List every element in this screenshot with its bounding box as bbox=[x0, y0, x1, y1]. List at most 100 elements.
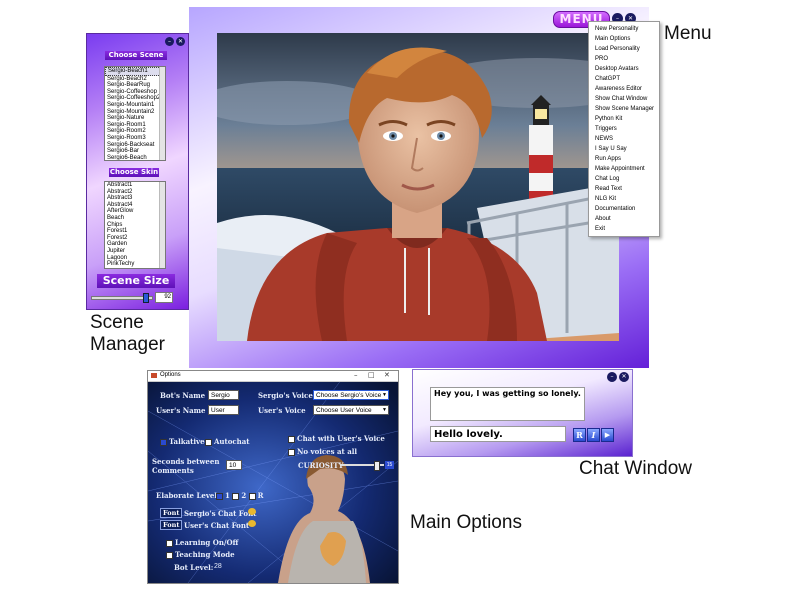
menu-item[interactable]: Python Kit bbox=[595, 116, 622, 122]
users-name-input[interactable]: User bbox=[208, 405, 239, 415]
skin-list-item[interactable]: Abstract2 bbox=[105, 189, 165, 196]
skin-list-item[interactable]: Forest2 bbox=[105, 235, 165, 242]
skin-list-item[interactable]: Jupiter bbox=[105, 248, 165, 255]
i-button[interactable]: I bbox=[587, 428, 600, 442]
skin-list-item[interactable]: Abstract4 bbox=[105, 202, 165, 209]
menu-item[interactable]: Exit bbox=[595, 226, 605, 232]
scene-list-item[interactable]: Sergio-Mountain1 bbox=[105, 102, 165, 109]
menu-item[interactable]: Chat Log bbox=[595, 176, 619, 182]
menu-item[interactable]: PRO bbox=[595, 56, 608, 62]
skin-list-item[interactable]: Chips bbox=[105, 222, 165, 229]
curiosity-thumb[interactable] bbox=[374, 461, 380, 471]
menu-item[interactable]: Run Apps bbox=[595, 156, 621, 162]
scene-list-item[interactable]: Sergio-Room2 bbox=[105, 128, 165, 135]
scene-list[interactable]: Sergio-Beach1 Sergio-Beach2 Sergio-BearRug… bbox=[104, 66, 166, 161]
skin-list-item[interactable]: Abstract3 bbox=[105, 195, 165, 202]
window-minimize-icon[interactable]: – bbox=[354, 371, 358, 379]
talkative-checkbox[interactable]: Talkative bbox=[160, 437, 205, 446]
teaching-check-box[interactable] bbox=[166, 551, 173, 559]
menu-item[interactable]: Make Appointment bbox=[595, 166, 645, 172]
skin-list-item[interactable]: Garden bbox=[105, 241, 165, 248]
scene-list-item[interactable]: Sergio-Beach1 bbox=[105, 67, 165, 76]
menu-item[interactable]: Awareness Editor bbox=[595, 86, 642, 92]
options-titlebar[interactable]: Options – □ ✕ bbox=[148, 371, 398, 382]
scene-list-item[interactable]: Sergio-Coffeeshop bbox=[105, 89, 165, 96]
autochat-checkbox[interactable]: Autochat bbox=[205, 437, 250, 446]
skin-list-item[interactable]: Abstract1 bbox=[105, 182, 165, 189]
skin-list-scrollbar[interactable] bbox=[159, 182, 165, 268]
menu-item[interactable]: Triggers bbox=[595, 126, 617, 132]
send-button[interactable]: ▶ bbox=[601, 428, 614, 442]
caption-scene-manager: Scene Manager bbox=[90, 312, 165, 356]
menu-item[interactable]: Main Options bbox=[595, 36, 630, 42]
bots-name-label: Bot's Name bbox=[160, 391, 206, 400]
no-voices-checkbox[interactable]: No voices at all bbox=[288, 447, 357, 456]
bot-message-text: Hey you, I was getting so lonely. bbox=[434, 389, 581, 398]
palette-icon[interactable] bbox=[248, 508, 256, 515]
curiosity-slider[interactable] bbox=[340, 461, 384, 471]
close-icon[interactable]: ✕ bbox=[176, 37, 185, 46]
app-icon bbox=[151, 373, 157, 378]
skin-list[interactable]: Abstract1 Abstract2 Abstract3 Abstract4 Afte… bbox=[104, 181, 166, 269]
sergios-font-button[interactable]: Font bbox=[160, 508, 183, 518]
skin-list-item[interactable]: Lagoon bbox=[105, 255, 165, 262]
menu-item[interactable]: New Personality bbox=[595, 26, 638, 32]
menu-item[interactable]: Show Chat Window bbox=[595, 96, 647, 102]
seconds-input[interactable]: 10 bbox=[226, 460, 242, 470]
scene-size-slider[interactable] bbox=[91, 293, 153, 303]
scene-list-item[interactable]: Sergio6-Beach bbox=[105, 155, 165, 160]
scene-list-scrollbar[interactable] bbox=[159, 67, 165, 160]
scene-list-item[interactable]: Sergio6-Backseat bbox=[105, 142, 165, 149]
teaching-label: Teaching Mode bbox=[175, 550, 235, 559]
learning-check-box[interactable] bbox=[166, 539, 173, 547]
menu-item[interactable]: Read Text bbox=[595, 186, 622, 192]
users-font-button[interactable]: Font bbox=[160, 520, 183, 530]
elaborate-1-radio[interactable] bbox=[216, 492, 223, 500]
autochat-check-box[interactable] bbox=[205, 438, 212, 446]
no-voices-check-box[interactable] bbox=[288, 448, 295, 456]
menu-item[interactable]: NEWS bbox=[595, 136, 613, 142]
minimize-icon[interactable]: – bbox=[165, 37, 174, 46]
elaborate-level-options[interactable]: 1 2 R bbox=[216, 491, 263, 500]
talkative-check-box[interactable] bbox=[160, 438, 167, 446]
sergios-voice-select[interactable]: Choose Sergio's Voice ▼ bbox=[313, 390, 389, 400]
chat-with-users-voice-checkbox[interactable]: Chat with User's Voice bbox=[288, 434, 385, 443]
chat-minimize-icon[interactable]: – bbox=[607, 372, 617, 382]
chat-with-users-voice-check-box[interactable] bbox=[288, 435, 295, 443]
users-voice-select[interactable]: Choose User Voice ▼ bbox=[313, 405, 389, 415]
menu-item[interactable]: I Say U Say bbox=[595, 146, 627, 152]
scene-list-item[interactable]: Sergio-Nature bbox=[105, 115, 165, 122]
scene-list-item[interactable]: Sergio-Beach2 bbox=[105, 76, 165, 83]
teaching-checkbox[interactable]: Teaching Mode bbox=[166, 550, 235, 559]
skin-list-item[interactable]: AfterGlow bbox=[105, 208, 165, 215]
scene-list-item[interactable]: Sergio6-Bar bbox=[105, 148, 165, 155]
elaborate-2-radio[interactable] bbox=[232, 492, 240, 500]
chat-close-icon[interactable]: ✕ bbox=[619, 372, 629, 382]
window-close-icon[interactable]: ✕ bbox=[384, 371, 390, 379]
autochat-label: Autochat bbox=[214, 437, 250, 446]
elaborate-r-radio[interactable] bbox=[248, 492, 256, 500]
scene-list-item[interactable]: Sergio-Room1 bbox=[105, 122, 165, 129]
menu-item[interactable]: ChatGPT bbox=[595, 76, 620, 82]
skin-list-item[interactable]: Beach bbox=[105, 215, 165, 222]
skin-list-item[interactable]: Forest1 bbox=[105, 228, 165, 235]
menu-item[interactable]: Desktop Avatars bbox=[595, 66, 639, 72]
menu-item[interactable]: Show Scene Manager bbox=[595, 106, 654, 112]
menu-item[interactable]: Documentation bbox=[595, 206, 635, 212]
user-chat-input[interactable]: Hello lovely. bbox=[430, 426, 566, 442]
scene-size-thumb[interactable] bbox=[143, 293, 149, 303]
palette-icon[interactable] bbox=[248, 520, 256, 527]
skin-list-item[interactable]: PinkTechy bbox=[105, 261, 165, 268]
menu-item[interactable]: Load Personality bbox=[595, 46, 640, 52]
scene-list-item[interactable]: Sergio-BearRug bbox=[105, 82, 165, 89]
menu-item[interactable]: NLG Kit bbox=[595, 196, 616, 202]
menu-item[interactable]: About bbox=[595, 216, 611, 222]
scene-list-item[interactable]: Sergio-Coffeeshop2 bbox=[105, 95, 165, 102]
bot-level-label: Bot Level: bbox=[174, 563, 214, 572]
learning-checkbox[interactable]: Learning On/Off bbox=[166, 538, 238, 547]
window-maximize-icon[interactable]: □ bbox=[368, 371, 375, 379]
bots-name-input[interactable]: Sergio bbox=[208, 390, 239, 400]
r-button[interactable]: R bbox=[573, 428, 586, 442]
scene-list-item[interactable]: Sergio-Mountain2 bbox=[105, 109, 165, 116]
scene-list-item[interactable]: Sergio-Room3 bbox=[105, 135, 165, 142]
